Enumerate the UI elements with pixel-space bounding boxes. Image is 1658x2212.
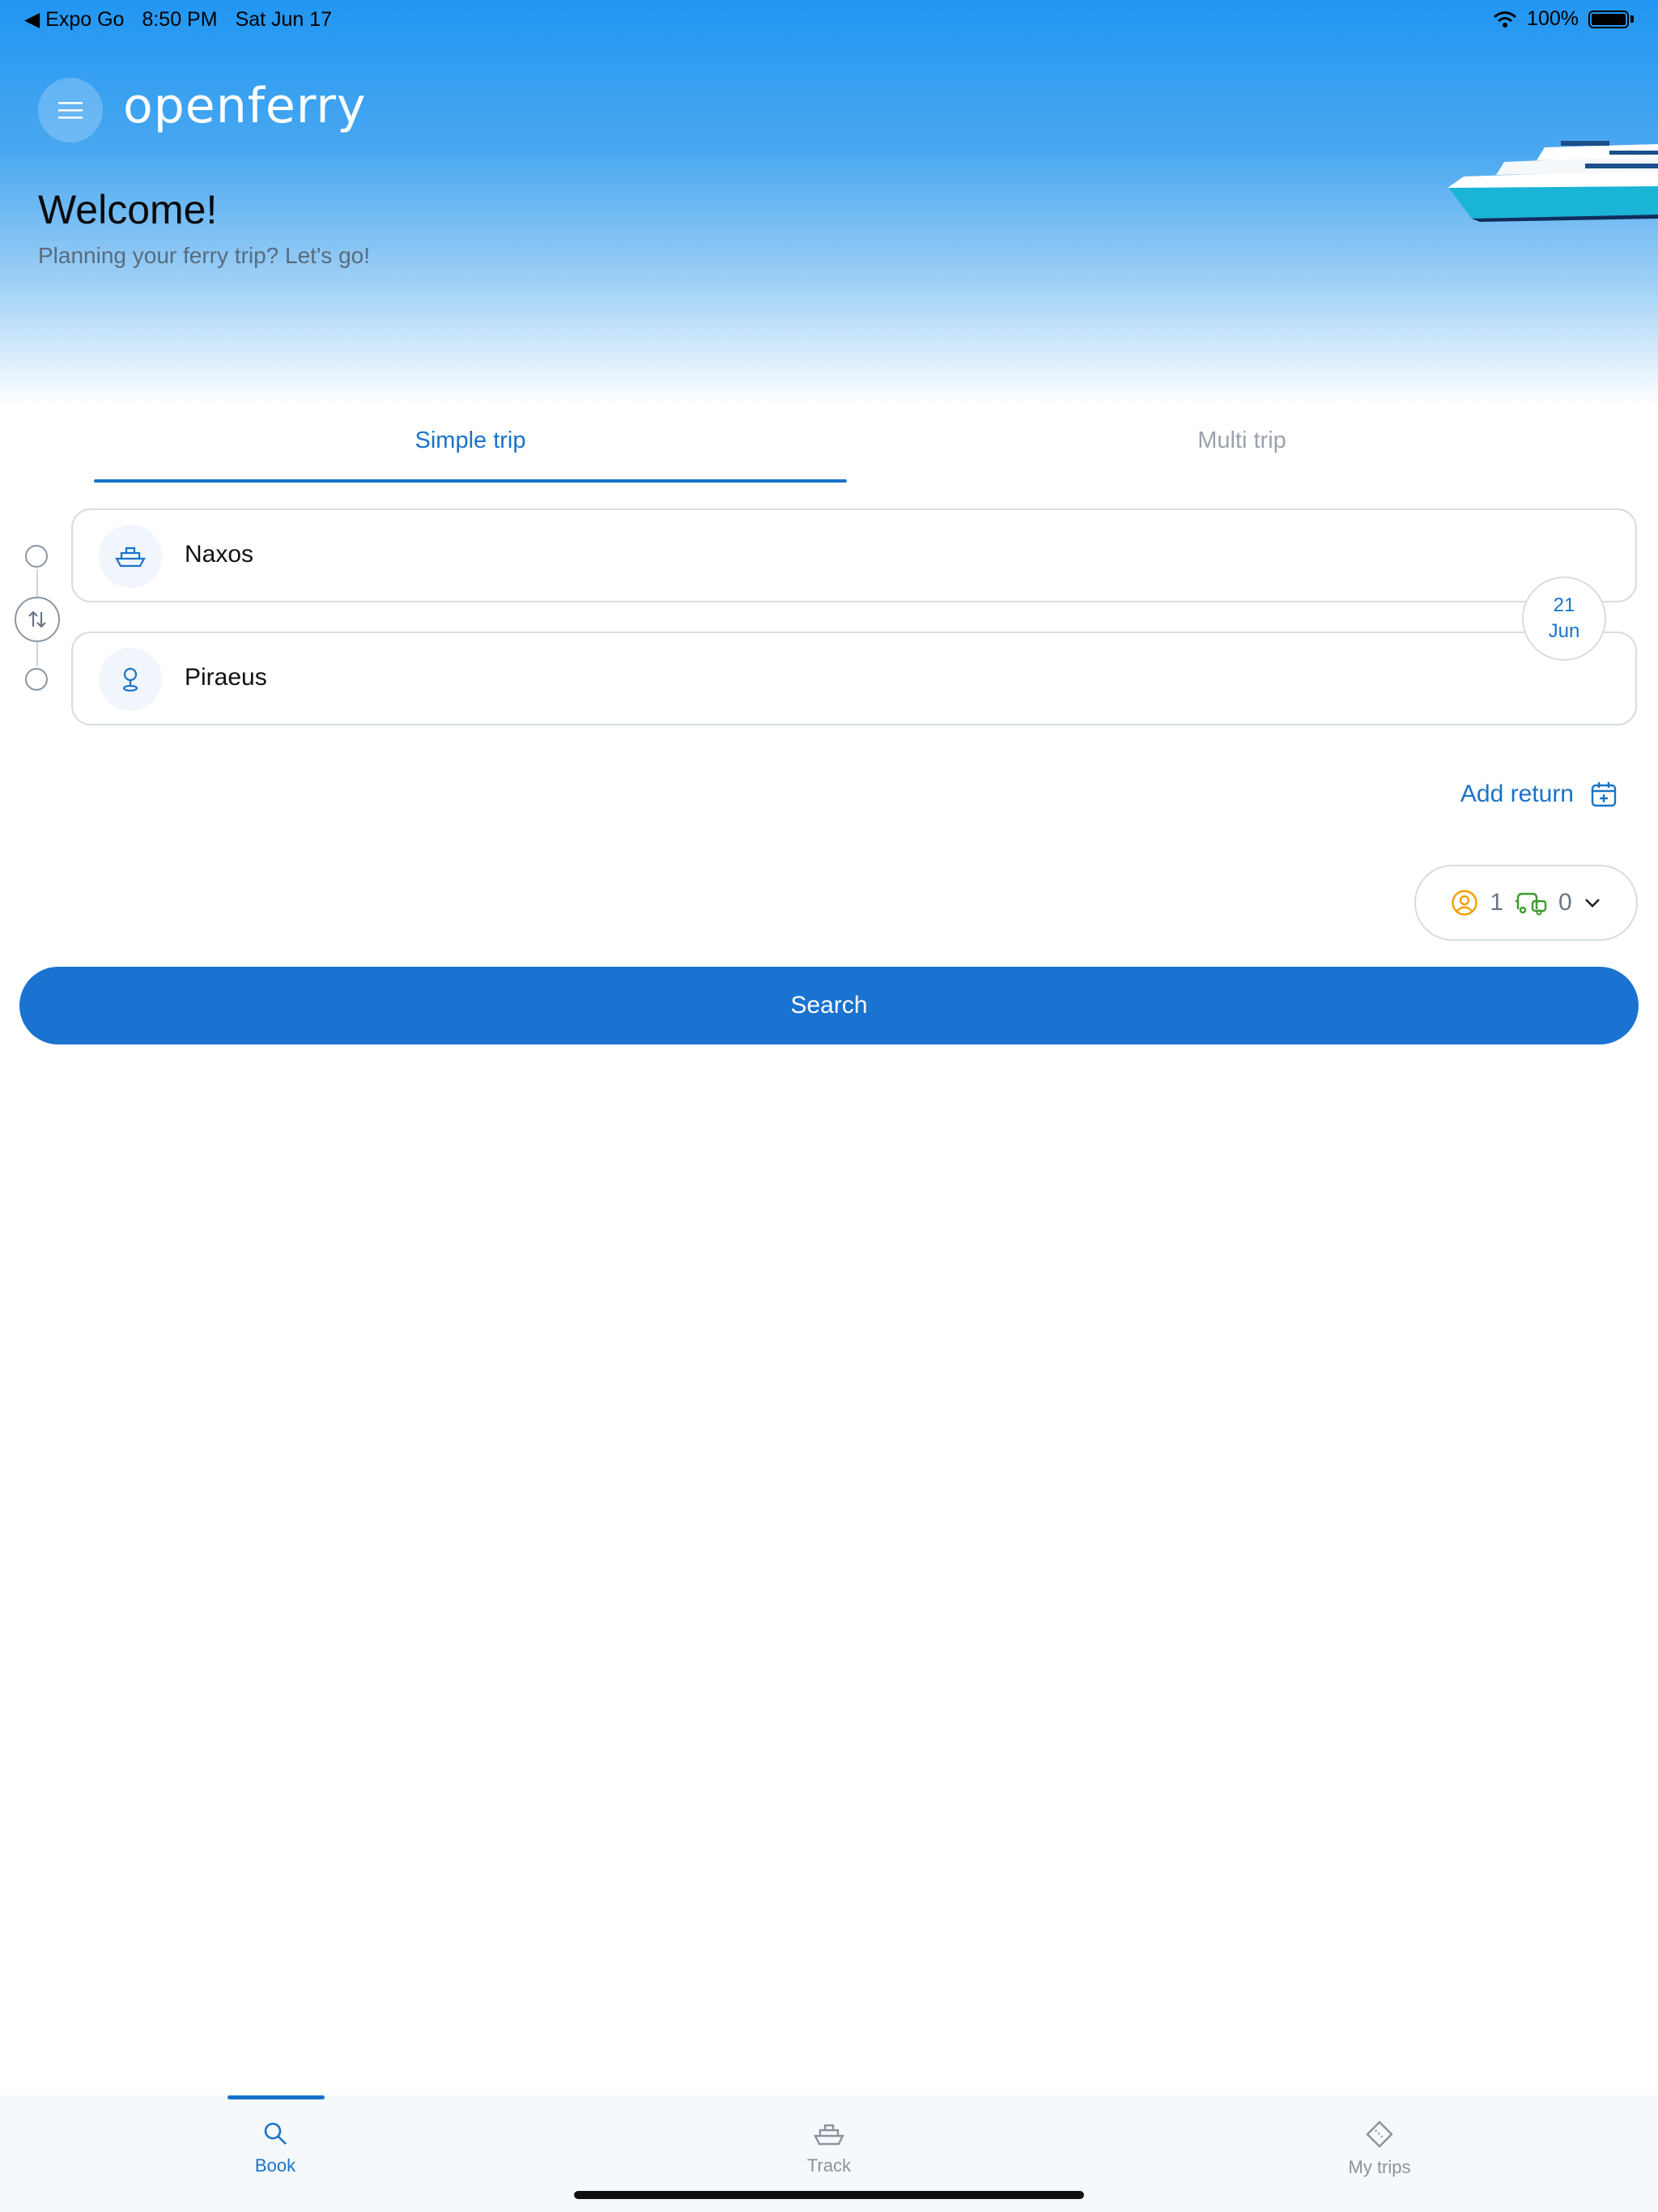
chevron-down-icon <box>1584 899 1600 908</box>
date-month: Jun <box>1548 620 1580 642</box>
status-bar: ◀ Expo Go 8:50 PM Sat Jun 17 100% <box>0 0 1658 39</box>
search-button-label: Search <box>790 992 868 1019</box>
vehicle-icon <box>1516 892 1547 916</box>
ferry-illustration <box>1448 141 1658 222</box>
destination-field[interactable]: Piraeus <box>71 632 1637 725</box>
calendar-plus-icon <box>1591 782 1617 807</box>
passengers-vehicles-selector[interactable]: 1 0 <box>1414 865 1638 941</box>
status-date: Sat Jun 17 <box>235 7 333 31</box>
nav-active-indicator <box>227 2095 325 2099</box>
hero-banner <box>0 0 1658 405</box>
trip-type-tabs: Simple trip Multi trip <box>0 413 1658 486</box>
destination-radio[interactable] <box>25 668 48 691</box>
search-button[interactable]: Search <box>19 967 1639 1044</box>
menu-button[interactable] <box>38 78 103 143</box>
vehicle-count: 0 <box>1558 889 1572 916</box>
origin-field[interactable]: Naxos <box>71 508 1637 602</box>
origin-radio[interactable] <box>25 545 48 568</box>
back-to-app-link[interactable]: ◀ Expo Go <box>24 7 124 32</box>
departure-date-button[interactable]: 21 Jun <box>1522 576 1606 661</box>
battery-tip <box>1630 15 1634 23</box>
page-title: Welcome! <box>38 187 218 232</box>
route-connector-top <box>36 569 38 597</box>
page-subtitle: Planning your ferry trip? Let's go! <box>38 243 371 268</box>
active-tab-indicator <box>94 479 847 483</box>
swap-arrows-icon <box>28 610 46 628</box>
passenger-icon <box>1452 890 1478 916</box>
ferry-icon <box>814 2124 844 2146</box>
ferry-icon <box>115 547 146 568</box>
home-indicator <box>574 2191 1084 2199</box>
nav-my-trips-label: My trips <box>1348 2157 1411 2177</box>
route-connector-bottom <box>36 642 38 666</box>
destination-value: Piraeus <box>185 664 267 691</box>
battery-icon <box>1588 10 1629 28</box>
wifi-icon <box>1494 11 1517 28</box>
nav-track-label: Track <box>806 2155 852 2176</box>
tab-simple-trip[interactable]: Simple trip <box>94 428 847 454</box>
origin-icon-wrap <box>99 525 162 588</box>
nav-item-book[interactable]: Book <box>194 2120 356 2176</box>
nav-book-label: Book <box>254 2155 296 2176</box>
location-pin-icon <box>122 667 138 692</box>
ticket-icon <box>1366 2121 1393 2148</box>
brand-logo: openferry <box>123 78 367 134</box>
battery-percent: 100% <box>1527 7 1579 30</box>
origin-value: Naxos <box>185 541 254 568</box>
search-icon <box>264 2122 287 2145</box>
add-return-button[interactable]: Add return <box>1460 781 1618 808</box>
swap-route-button[interactable] <box>15 597 60 642</box>
destination-icon-wrap <box>99 648 162 711</box>
nav-item-track[interactable]: Track <box>748 2120 910 2176</box>
nav-item-my-trips[interactable]: My trips <box>1299 2120 1460 2178</box>
passenger-count: 1 <box>1490 889 1503 916</box>
date-day: 21 <box>1553 594 1575 616</box>
status-time: 8:50 PM <box>142 7 218 31</box>
hamburger-icon <box>58 102 83 119</box>
add-return-label: Add return <box>1460 781 1574 807</box>
tab-multi-trip[interactable]: Multi trip <box>863 428 1621 454</box>
